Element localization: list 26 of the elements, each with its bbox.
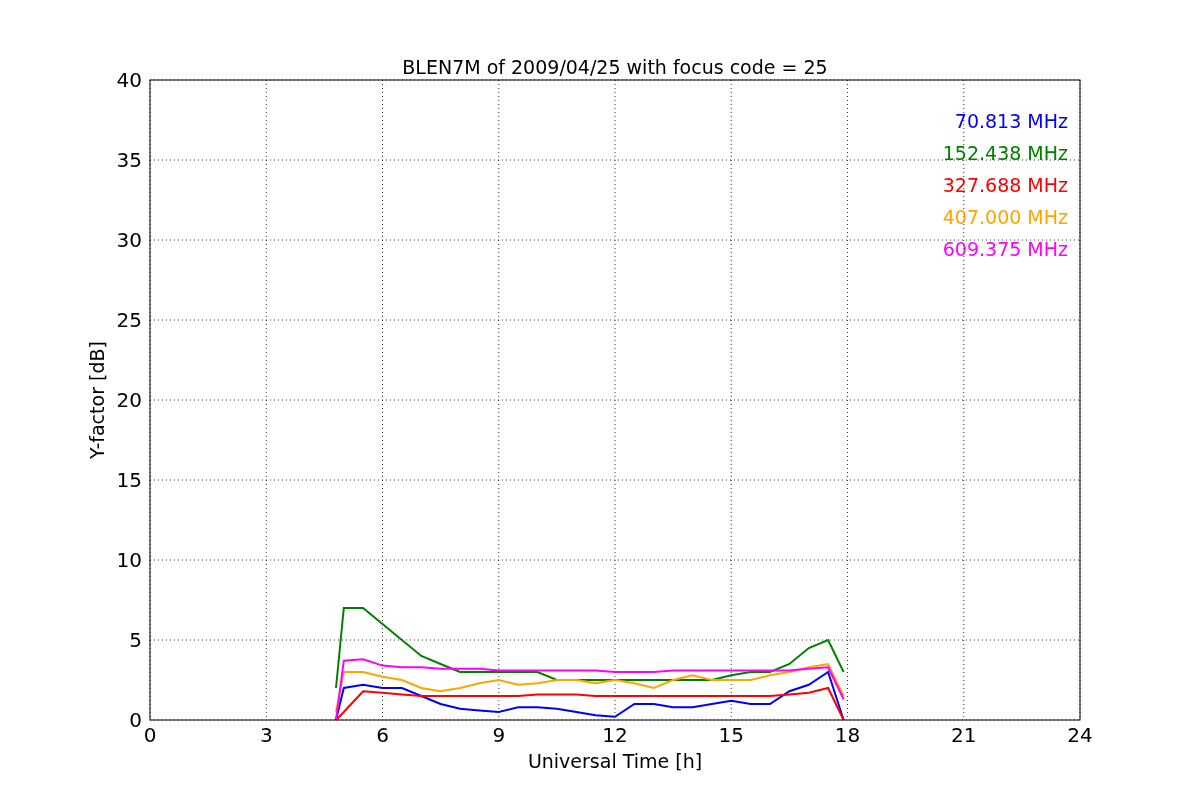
y-axis-label: Y-factor [dB] [86, 341, 108, 459]
x-tick-label: 9 [492, 723, 506, 747]
y-tick-label: 0 [129, 708, 142, 732]
x-axis-label: Universal Time [h] [527, 750, 703, 772]
y-tick-label: 10 [116, 548, 142, 572]
legend-label: 407.000 MHz [942, 206, 1068, 228]
legend-label: 152.438 MHz [942, 142, 1068, 164]
y-tick-label: 15 [116, 468, 142, 492]
x-tick-label: 21 [951, 723, 977, 747]
legend-label: 327.688 MHz [942, 174, 1068, 196]
x-tick-label: 12 [602, 723, 628, 747]
y-tick-label: 30 [116, 228, 142, 252]
chart-title: BLEN7M of 2009/04/25 with focus code = 25 [402, 56, 828, 78]
x-tick-label: 24 [1067, 723, 1093, 747]
x-tick-label: 0 [143, 723, 157, 747]
x-tick-label: 15 [718, 723, 744, 747]
y-tick-label: 35 [116, 148, 142, 172]
x-tick-label: 3 [259, 723, 273, 747]
legend-label: 70.813 MHz [954, 110, 1068, 132]
y-tick-label: 5 [129, 628, 142, 652]
legend-label: 609.375 MHz [942, 238, 1068, 260]
y-tick-label: 40 [116, 68, 142, 92]
y-tick-label: 20 [116, 388, 142, 412]
y-tick-label: 25 [116, 308, 142, 332]
x-tick-label: 18 [834, 723, 861, 747]
x-tick-label: 6 [376, 723, 389, 747]
